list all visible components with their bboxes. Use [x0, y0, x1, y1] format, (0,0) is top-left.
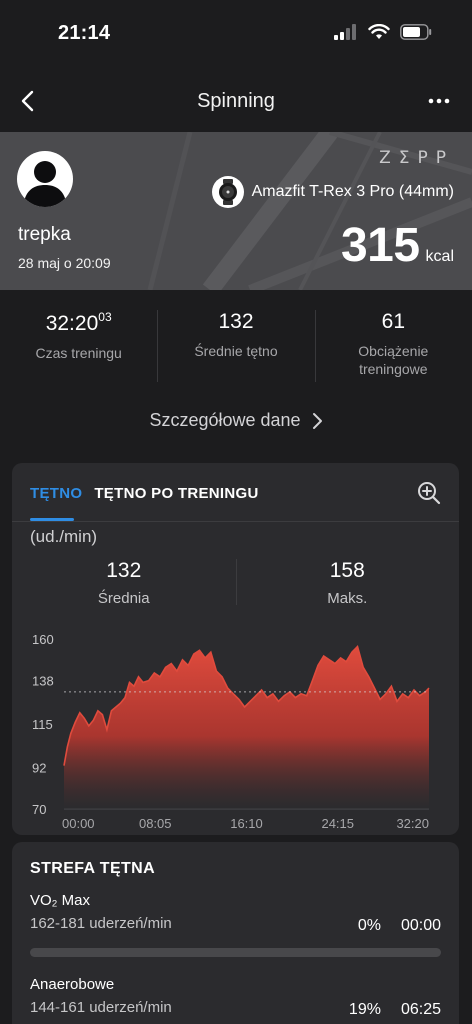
wifi-icon: [368, 24, 390, 39]
duration-label: Czas treningu: [35, 345, 122, 361]
username: trepka: [18, 224, 71, 245]
duration-value: 32:2003: [0, 310, 157, 336]
workout-date: 28 maj o 20:09: [18, 255, 111, 271]
zone-stats: 0% 00:00: [358, 917, 441, 935]
battery-icon: [400, 24, 432, 40]
workout-hero: trepka 28 maj o 20:09 ZΣPP Amazfit T-Rex…: [0, 132, 472, 290]
hr-tabs: TĘTNO TĘTNO PO TRENINGU: [30, 485, 259, 502]
calories-unit: kcal: [425, 248, 454, 265]
details-link[interactable]: Szczegółowe dane: [0, 410, 472, 431]
y-tick-label: 138: [32, 674, 54, 689]
avg-hr-value: 132: [218, 310, 254, 333]
chevron-right-icon: [312, 412, 322, 429]
details-link-label: Szczegółowe dane: [149, 410, 301, 430]
hr-max-value: 158: [329, 559, 365, 582]
zone-name: VO₂ Max: [30, 892, 90, 909]
summary-avg-hr: 132 Średnie tętno: [157, 290, 314, 390]
hr-zones-card: STREFA TĘTNA VO₂ Max 162-181 uderzeń/min…: [12, 842, 459, 1024]
hr-max-label: Maks.: [327, 590, 368, 607]
x-tick-label: 24:15: [321, 816, 354, 831]
avg-hr-label: Średnie tętno: [194, 343, 278, 359]
calories-value: 315: [340, 219, 420, 272]
zone-percent: 19%: [348, 1001, 381, 1018]
x-tick-label: 08:05: [139, 816, 172, 831]
hr-max: 158 Maks.: [235, 559, 460, 607]
y-tick-label: 92: [32, 760, 46, 775]
load-label: Obciążenie treningowe: [358, 343, 429, 377]
heart-rate-chart[interactable]: 160 138 115 92 70 00:00 08:05 16:10 24:15 32:20: [12, 623, 459, 835]
zepp-logo: ZΣPP: [379, 148, 454, 168]
status-icons: [334, 24, 432, 40]
device-name: Amazfit T-Rex 3 Pro (44mm): [251, 183, 454, 200]
calories: 315 kcal: [341, 218, 454, 273]
tab-heart-rate[interactable]: TĘTNO: [30, 485, 82, 502]
workout-summary: 32:2003 Czas treningu 132 Średnie tętno …: [0, 290, 472, 390]
user-silhouette-icon: [23, 161, 67, 207]
heart-rate-card: TĘTNO TĘTNO PO TRENINGU (ud./min) 132 Śr…: [12, 463, 459, 835]
x-tick-label: 00:00: [62, 816, 95, 831]
tab-divider: [12, 521, 459, 522]
zone-time: 06:25: [400, 1001, 441, 1018]
hr-avg-label: Średnia: [97, 590, 150, 607]
hr-avg: 132 Średnia: [12, 559, 236, 607]
status-time: 21:14: [58, 22, 111, 44]
zone-bar: [30, 948, 441, 957]
x-tick-label: 32:20: [396, 816, 429, 831]
more-options-icon[interactable]: [424, 88, 454, 114]
hr-unit-label: (ud./min): [30, 527, 98, 546]
hr-avg-value: 132: [106, 559, 142, 582]
duration-sub: 03: [98, 310, 112, 324]
nav-bar: Spinning: [0, 70, 472, 132]
zones-title: STREFA TĘTNA: [30, 860, 156, 877]
duration-main: 32:20: [45, 312, 99, 335]
zoom-in-icon[interactable]: [417, 481, 441, 505]
zone-percent: 0%: [357, 917, 381, 934]
zone-name: Anaerobowe: [30, 976, 115, 993]
y-tick-label: 160: [32, 632, 54, 647]
hr-stats: 132 Średnia 158 Maks.: [12, 559, 459, 607]
status-bar: 21:14: [0, 0, 472, 70]
tab-post-workout-hr[interactable]: TĘTNO PO TRENINGU: [94, 485, 258, 502]
page-title: Spinning: [197, 90, 275, 112]
zone-row: VO₂ Max 162-181 uderzeń/min 0% 00:00: [30, 892, 441, 957]
avatar[interactable]: [17, 151, 73, 207]
cellular-signal-icon: [334, 24, 356, 40]
zone-stats: 19% 06:25: [349, 1001, 441, 1019]
x-tick-label: 16:10: [230, 816, 263, 831]
summary-load: 61 Obciążenie treningowe: [314, 290, 472, 390]
summary-duration: 32:2003 Czas treningu: [0, 290, 157, 390]
hr-area: [64, 646, 429, 809]
watch-icon: [211, 176, 244, 208]
y-tick-label: 70: [32, 802, 46, 817]
load-value: 61: [381, 310, 405, 333]
zone-time: 00:00: [400, 917, 441, 934]
zone-row: Anaerobowe 144-161 uderzeń/min 19% 06:25: [30, 976, 441, 1019]
y-tick-label: 115: [32, 717, 53, 732]
device-info: Amazfit T-Rex 3 Pro (44mm): [211, 176, 454, 208]
